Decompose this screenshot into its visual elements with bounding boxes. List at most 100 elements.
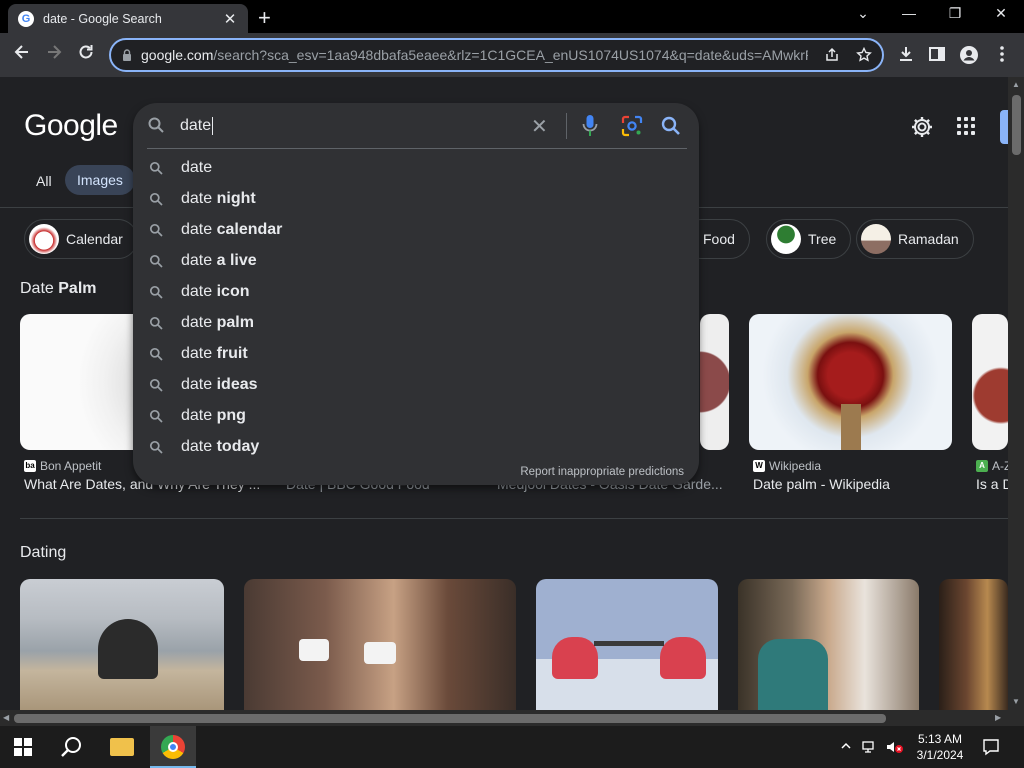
suggestion-item[interactable]: date a live <box>133 246 699 277</box>
search-icon <box>149 192 163 206</box>
search-icon <box>149 254 163 268</box>
image-source: A A-Z <box>976 459 1008 473</box>
search-input[interactable]: date <box>180 117 214 135</box>
search-icon <box>149 161 163 175</box>
scrollbar-thumb[interactable] <box>14 714 886 723</box>
browser-menu-icon[interactable] <box>991 45 1013 68</box>
filter-images[interactable]: Images <box>65 165 135 195</box>
close-window-button[interactable]: ✕ <box>986 5 1016 22</box>
scroll-left-arrow-icon[interactable]: ◀ <box>3 713 9 722</box>
scroll-down-arrow-icon[interactable]: ▼ <box>1012 697 1020 706</box>
windows-taskbar: 5:13 AM 3/1/2024 <box>0 726 1024 768</box>
reload-icon[interactable] <box>74 43 98 66</box>
wikipedia-favicon-icon: W <box>753 460 765 472</box>
horizontal-scrollbar[interactable]: ◀ ▶ <box>0 710 1008 726</box>
chip-thumbnail <box>861 224 891 254</box>
search-autocomplete-dropdown: date ✕ date date night date calendar dat… <box>133 103 699 485</box>
image-result[interactable] <box>972 314 1008 450</box>
search-icon <box>149 409 163 423</box>
tray-chevron-up-icon[interactable] <box>840 740 852 752</box>
scroll-up-arrow-icon[interactable]: ▲ <box>1012 80 1020 89</box>
suggestion-item[interactable]: date ideas <box>133 370 699 401</box>
suggestion-item[interactable]: date png <box>133 401 699 432</box>
settings-gear-icon[interactable] <box>910 115 934 145</box>
side-panel-icon[interactable] <box>926 45 948 68</box>
vertical-scrollbar[interactable]: ▲ ▼ <box>1008 77 1024 710</box>
search-icon <box>148 117 164 133</box>
chip-ramadan[interactable]: Ramadan <box>856 219 974 259</box>
filter-all[interactable]: All <box>36 173 52 189</box>
minimize-button[interactable]: — <box>894 5 924 21</box>
section-title-dating: Dating <box>20 544 67 561</box>
image-result[interactable] <box>939 579 1008 710</box>
notification-icon[interactable] <box>982 738 1000 756</box>
taskbar-search-icon[interactable] <box>60 735 84 759</box>
image-source: W Wikipedia <box>753 459 821 473</box>
scrollbar-thumb[interactable] <box>1012 95 1021 155</box>
image-title[interactable]: Is a D <box>976 476 1008 492</box>
chip-label: Tree <box>808 231 837 247</box>
tab-search-icon[interactable]: ⌄ <box>848 5 878 22</box>
back-arrow-icon[interactable] <box>10 43 34 66</box>
suggestion-item[interactable]: date night <box>133 184 699 215</box>
taskbar-chrome-button[interactable] <box>150 726 196 768</box>
address-bar[interactable]: google.com/search?sca_esv=1aa948dbafa5ea… <box>109 38 884 72</box>
divider <box>147 148 687 149</box>
image-result[interactable] <box>20 579 224 710</box>
chrome-icon <box>161 735 185 759</box>
chip-label: Calendar <box>66 231 123 247</box>
lock-icon <box>123 49 131 61</box>
bookmark-star-icon[interactable] <box>856 47 872 63</box>
url-text: google.com/search?sca_esv=1aa948dbafa5ea… <box>141 47 808 63</box>
share-icon[interactable] <box>824 47 840 63</box>
forward-arrow-icon[interactable] <box>42 43 66 66</box>
search-submit-icon[interactable] <box>660 115 682 137</box>
search-icon <box>149 316 163 330</box>
section-title-date-palm: Date Palm <box>20 280 97 297</box>
image-title[interactable]: Date palm - Wikipedia <box>753 476 953 492</box>
image-result[interactable] <box>749 314 952 450</box>
volume-muted-icon[interactable] <box>886 740 904 754</box>
search-icon <box>149 440 163 454</box>
source-favicon-icon: ba <box>24 460 36 472</box>
chip-label: Food <box>703 231 735 247</box>
system-clock[interactable]: 5:13 AM 3/1/2024 <box>912 731 968 763</box>
suggestion-item[interactable]: date icon <box>133 277 699 308</box>
network-icon[interactable] <box>862 740 878 754</box>
suggestion-item[interactable]: date palm <box>133 308 699 339</box>
scrollbar-corner <box>1008 710 1024 726</box>
voice-search-mic-icon[interactable] <box>582 114 598 138</box>
google-lens-icon[interactable] <box>621 115 643 137</box>
google-favicon-icon: G <box>18 10 34 27</box>
suggestion-item[interactable]: date <box>133 153 699 184</box>
chip-calendar[interactable]: Calendar <box>24 219 138 259</box>
profile-avatar-icon[interactable] <box>958 45 980 70</box>
google-apps-icon[interactable] <box>957 117 975 135</box>
suggestion-item[interactable]: date today <box>133 432 699 463</box>
tab-active[interactable]: G date - Google Search ✕ <box>8 4 248 33</box>
divider <box>20 518 1008 519</box>
browser-toolbar: google.com/search?sca_esv=1aa948dbafa5ea… <box>0 33 1024 77</box>
scroll-right-arrow-icon[interactable]: ▶ <box>995 713 1001 722</box>
file-explorer-icon[interactable] <box>110 738 134 756</box>
chip-tree[interactable]: Tree <box>766 219 852 259</box>
new-tab-button[interactable]: + <box>258 5 271 31</box>
clear-search-icon[interactable]: ✕ <box>531 114 548 139</box>
chip-thumbnail <box>29 224 59 254</box>
image-result[interactable] <box>244 579 516 710</box>
image-result[interactable] <box>700 314 729 450</box>
search-icon <box>149 378 163 392</box>
image-result[interactable] <box>536 579 718 710</box>
sign-in-button[interactable] <box>1000 110 1008 144</box>
windows-start-icon[interactable] <box>14 738 32 756</box>
clock-date: 3/1/2024 <box>916 748 964 762</box>
suggestion-item[interactable]: date fruit <box>133 339 699 370</box>
tab-close-icon[interactable]: ✕ <box>222 10 238 28</box>
report-predictions-link[interactable]: Report inappropriate predictions <box>520 466 684 478</box>
google-logo[interactable]: Google <box>24 109 118 143</box>
image-source: ba Bon Appetit <box>24 459 102 473</box>
suggestion-item[interactable]: date calendar <box>133 215 699 246</box>
image-result[interactable] <box>738 579 919 710</box>
restore-button[interactable]: ❐ <box>940 5 970 22</box>
download-icon[interactable] <box>895 45 917 68</box>
